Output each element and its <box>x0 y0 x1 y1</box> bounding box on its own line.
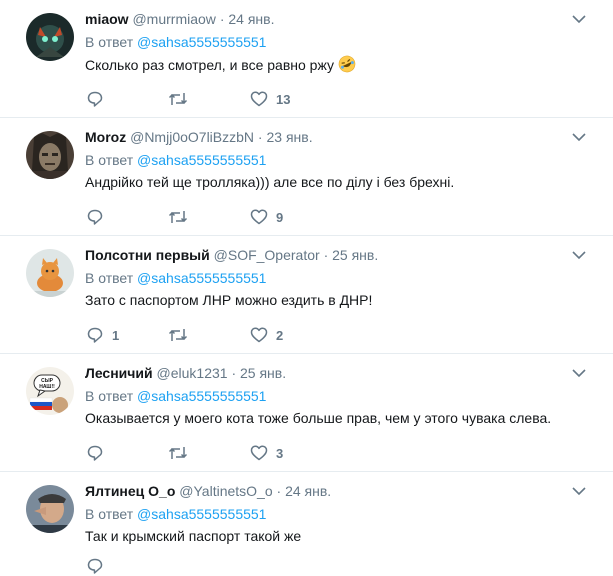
reply-prefix: В ответ <box>85 270 134 286</box>
rolling-laughing-emoji-icon <box>338 55 356 78</box>
chevron-down-icon[interactable] <box>572 368 586 378</box>
author-name[interactable]: Moroz <box>85 129 126 145</box>
tweet-actions <box>86 556 168 576</box>
author-handle[interactable]: @YaltinetsO_o <box>179 483 272 499</box>
reply-context: В ответ @sahsa5555555551 <box>85 387 593 405</box>
reply-button[interactable]: 1 <box>86 326 168 344</box>
like-count: 9 <box>276 209 284 225</box>
heart-icon <box>250 445 268 461</box>
retweet-icon <box>168 447 188 459</box>
like-button[interactable]: 9 <box>250 208 332 226</box>
retweet-button[interactable] <box>168 326 250 344</box>
reply-icon <box>87 445 103 461</box>
avatar[interactable] <box>26 249 74 297</box>
tweet[interactable]: Moroz @Nmjj0oO7liBzzbN · 23 янв. В ответ… <box>0 118 613 236</box>
reply-context: В ответ @sahsa5555555551 <box>85 269 593 287</box>
retweet-button[interactable] <box>168 208 250 226</box>
retweet-icon <box>168 211 188 223</box>
chevron-down-icon[interactable] <box>572 14 586 24</box>
reply-button[interactable] <box>86 444 168 462</box>
timestamp[interactable]: 24 янв. <box>228 11 274 27</box>
author-handle[interactable]: @SOF_Operator <box>214 247 320 263</box>
tweet-actions: 13 <box>86 89 332 109</box>
reply-mention-link[interactable]: @sahsa5555555551 <box>137 34 266 50</box>
tweet-text: Так и крымский паспорт такой же <box>85 528 302 544</box>
tweet-actions: 3 <box>86 443 332 463</box>
tweet-actions: 9 <box>86 207 332 227</box>
retweet-icon <box>168 93 188 105</box>
avatar[interactable]: СЫР НАШ!! <box>26 367 74 415</box>
tweet-actions: 1 2 <box>86 325 332 345</box>
chevron-down-icon[interactable] <box>572 132 586 142</box>
reply-mention-link[interactable]: @sahsa5555555551 <box>137 152 266 168</box>
reply-mention-link[interactable]: @sahsa5555555551 <box>137 506 266 522</box>
reply-context: В ответ @sahsa5555555551 <box>85 505 593 523</box>
reply-mention-link[interactable]: @sahsa5555555551 <box>137 388 266 404</box>
tweet-text: Андрійко тей ще тролляка))) але все по д… <box>85 174 455 190</box>
reply-button[interactable] <box>86 208 168 226</box>
reply-prefix: В ответ <box>85 152 134 168</box>
separator-dot: · <box>276 483 282 499</box>
like-count: 13 <box>276 91 291 107</box>
separator-dot: · <box>231 365 237 381</box>
like-count: 2 <box>276 327 284 343</box>
reply-button[interactable] <box>86 557 168 575</box>
timestamp[interactable]: 25 янв. <box>240 365 286 381</box>
chevron-down-icon[interactable] <box>572 486 586 496</box>
like-count: 3 <box>276 445 284 461</box>
author-name[interactable]: Полсотни первый <box>85 247 210 263</box>
tweet[interactable]: miaow @murrmiaow · 24 янв. В ответ @sahs… <box>0 0 613 118</box>
like-button[interactable]: 3 <box>250 444 332 462</box>
author-name[interactable]: Лесничий <box>85 365 153 381</box>
tweet-text-body: Сколько раз смотрел, и все равно ржу <box>85 57 334 73</box>
retweet-button[interactable] <box>168 444 250 462</box>
like-button[interactable]: 13 <box>250 90 332 108</box>
reply-context: В ответ @sahsa5555555551 <box>85 33 593 51</box>
retweet-button[interactable] <box>168 90 250 108</box>
heart-icon <box>250 209 268 225</box>
author-handle[interactable]: @Nmjj0oO7liBzzbN <box>130 129 254 145</box>
tweet-text: Зато с паспортом ЛНР можно ездить в ДНР! <box>85 292 373 308</box>
tweet[interactable]: Ялтинец О_о @YaltinetsO_o · 24 янв. В от… <box>0 472 613 574</box>
tweet[interactable]: СЫР НАШ!! Лесничий @eluk1231 · 25 янв. В… <box>0 354 613 472</box>
avatar[interactable] <box>26 485 74 533</box>
like-button[interactable]: 2 <box>250 326 332 344</box>
reply-icon <box>87 91 103 107</box>
heart-icon <box>250 327 268 343</box>
reply-mention-link[interactable]: @sahsa5555555551 <box>137 270 266 286</box>
reply-context: В ответ @sahsa5555555551 <box>85 151 593 169</box>
chevron-down-icon[interactable] <box>572 250 586 260</box>
separator-dot: · <box>257 129 263 145</box>
author-handle[interactable]: @murrmiaow <box>132 11 215 27</box>
reply-icon <box>87 558 103 574</box>
author-name[interactable]: Ялтинец О_о <box>85 483 175 499</box>
reply-prefix: В ответ <box>85 388 134 404</box>
heart-icon <box>250 91 268 107</box>
separator-dot: · <box>323 247 329 263</box>
separator-dot: · <box>219 11 225 27</box>
reply-prefix: В ответ <box>85 34 134 50</box>
replies-feed: miaow @murrmiaow · 24 янв. В ответ @sahs… <box>0 0 613 574</box>
author-handle[interactable]: @eluk1231 <box>157 365 228 381</box>
timestamp[interactable]: 23 янв. <box>266 129 312 145</box>
reply-count: 1 <box>112 327 120 343</box>
reply-button[interactable] <box>86 90 168 108</box>
tweet-text: Сколько раз смотрел, и все равно ржу <box>85 55 593 78</box>
tweet[interactable]: Полсотни первый @SOF_Operator · 25 янв. … <box>0 236 613 354</box>
timestamp[interactable]: 24 янв. <box>285 483 331 499</box>
retweet-icon <box>168 329 188 341</box>
reply-prefix: В ответ <box>85 506 134 522</box>
tweet-text: Оказывается у моего кота тоже больше пра… <box>85 410 552 426</box>
reply-icon <box>87 209 103 225</box>
avatar-speech-text: НАШ!! <box>39 384 55 390</box>
author-name[interactable]: miaow <box>85 11 129 27</box>
timestamp[interactable]: 25 янв. <box>332 247 378 263</box>
avatar[interactable] <box>26 131 74 179</box>
reply-icon <box>87 327 103 343</box>
avatar[interactable] <box>26 13 74 61</box>
